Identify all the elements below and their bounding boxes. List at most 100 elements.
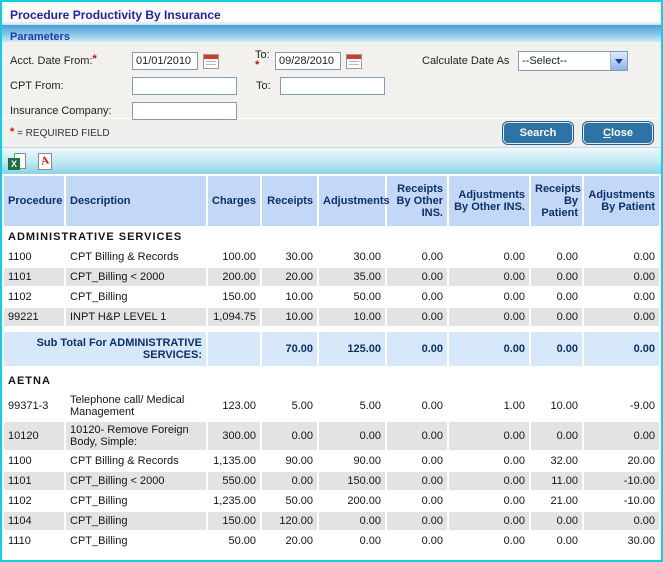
table-cell: 90.00	[262, 452, 317, 470]
table-cell: 0.00	[584, 248, 659, 266]
table-cell: 0.00	[262, 422, 317, 450]
date-to-label: To: *	[255, 49, 275, 73]
table-cell: 0.00	[584, 308, 659, 326]
table-cell: 0.00	[387, 392, 447, 420]
table-row: 1100CPT Billing & Records1,135.0090.0090…	[4, 452, 659, 470]
table-cell: 200.00	[208, 268, 260, 286]
required-asterisk: *	[255, 59, 259, 71]
table-cell: 150.00	[208, 288, 260, 306]
table-cell: 0.00	[584, 422, 659, 450]
table-cell: 1,094.75	[208, 308, 260, 326]
table-cell: -10.00	[584, 492, 659, 510]
table-cell: 125.00	[319, 332, 385, 366]
table-cell: 0.00	[531, 308, 582, 326]
cpt-to-input[interactable]	[280, 77, 385, 95]
table-cell: 0.00	[449, 288, 529, 306]
export-to-excel-icon[interactable]: X	[8, 153, 26, 170]
table-cell: 0.00	[449, 332, 529, 366]
table-cell: 0.00	[262, 472, 317, 490]
table-cell: 0.00	[531, 288, 582, 306]
table-cell: 0.00	[449, 268, 529, 286]
group-header-label: AETNA	[4, 372, 659, 390]
table-cell: 0.00	[319, 532, 385, 550]
column-header: Receipts By Patient	[531, 176, 582, 226]
calendar-icon[interactable]	[346, 54, 362, 69]
table-cell: 0.00	[584, 268, 659, 286]
cpt-from-input[interactable]	[132, 77, 237, 95]
report-table: ProcedureDescriptionChargesReceiptsAdjus…	[2, 174, 661, 552]
table-cell: CPT Billing & Records	[66, 248, 206, 266]
column-header: Receipts	[262, 176, 317, 226]
calculate-date-as-label: Calculate Date As	[422, 55, 518, 67]
table-cell: 32.00	[531, 452, 582, 470]
table-cell: 0.00	[531, 248, 582, 266]
chevron-down-icon[interactable]	[610, 52, 627, 70]
column-header: Adjustments	[319, 176, 385, 226]
calculate-date-as-select[interactable]: --Select--	[518, 51, 628, 71]
table-cell: -9.00	[584, 392, 659, 420]
table-cell: 0.00	[584, 512, 659, 530]
table-cell: 1102	[4, 492, 64, 510]
table-cell: 0.00	[449, 492, 529, 510]
spacer-row	[4, 368, 659, 370]
table-row: 99371-3Telephone call/ Medical Managemen…	[4, 392, 659, 420]
report-table-head: ProcedureDescriptionChargesReceiptsAdjus…	[4, 176, 659, 226]
column-header: Description	[66, 176, 206, 226]
insurance-company-label: Insurance Company:	[10, 105, 132, 117]
table-cell: Telephone call/ Medical Management	[66, 392, 206, 420]
column-header: Adjustments By Other INS.	[449, 176, 529, 226]
table-row: 1100CPT Billing & Records100.0030.0030.0…	[4, 248, 659, 266]
table-cell: 0.00	[531, 512, 582, 530]
table-cell: 100.00	[208, 248, 260, 266]
table-cell: CPT Billing & Records	[66, 452, 206, 470]
table-cell: 0.00	[449, 308, 529, 326]
table-row: 1104CPT_Billing150.00120.000.000.000.000…	[4, 512, 659, 530]
table-row: 1102CPT_Billing150.0010.0050.000.000.000…	[4, 288, 659, 306]
table-cell: 5.00	[262, 392, 317, 420]
calendar-icon[interactable]	[203, 54, 219, 69]
table-cell: 0.00	[449, 512, 529, 530]
table-cell: 1.00	[449, 392, 529, 420]
column-header: Receipts By Other INS.	[387, 176, 447, 226]
search-button[interactable]: Search	[503, 122, 573, 144]
table-cell: 0.00	[531, 332, 582, 366]
table-cell: 10120	[4, 422, 64, 450]
close-button[interactable]: Close	[583, 122, 653, 144]
table-cell	[208, 332, 260, 366]
group-header-label: ADMINISTRATIVE SERVICES	[4, 228, 659, 246]
table-cell: CPT_Billing	[66, 288, 206, 306]
table-cell: 0.00	[449, 422, 529, 450]
table-cell: 5.00	[319, 392, 385, 420]
table-cell: 0.00	[449, 248, 529, 266]
table-cell: 30.00	[584, 532, 659, 550]
table-cell: 99371-3	[4, 392, 64, 420]
table-row: 1110CPT_Billing50.0020.000.000.000.000.0…	[4, 532, 659, 550]
table-row: 1102CPT_Billing1,235.0050.00200.000.000.…	[4, 492, 659, 510]
table-cell: 0.00	[387, 332, 447, 366]
table-cell: 300.00	[208, 422, 260, 450]
table-cell: CPT_Billing	[66, 532, 206, 550]
table-cell: 0.00	[387, 268, 447, 286]
table-row: 1101CPT_Billing < 2000200.0020.0035.000.…	[4, 268, 659, 286]
insurance-company-input[interactable]	[132, 102, 237, 120]
table-cell: 0.00	[387, 492, 447, 510]
table-cell: 0.00	[584, 332, 659, 366]
table-cell: 0.00	[387, 308, 447, 326]
table-cell: 0.00	[387, 472, 447, 490]
table-cell: 200.00	[319, 492, 385, 510]
table-cell: 35.00	[319, 268, 385, 286]
table-cell: -10.00	[584, 472, 659, 490]
table-cell: 0.00	[449, 532, 529, 550]
export-to-pdf-icon[interactable]: A	[38, 153, 52, 170]
table-cell: 21.00	[531, 492, 582, 510]
table-cell: 50.00	[319, 288, 385, 306]
table-cell: 120.00	[262, 512, 317, 530]
table-cell: 1110	[4, 532, 64, 550]
table-cell: 0.00	[319, 512, 385, 530]
table-cell: 50.00	[262, 492, 317, 510]
acct-date-to-input[interactable]	[275, 52, 341, 70]
acct-date-from-input[interactable]	[132, 52, 198, 70]
table-cell: 0.00	[584, 288, 659, 306]
cpt-from-label: CPT From:	[10, 80, 132, 92]
parameters-title: Parameters	[10, 31, 70, 43]
